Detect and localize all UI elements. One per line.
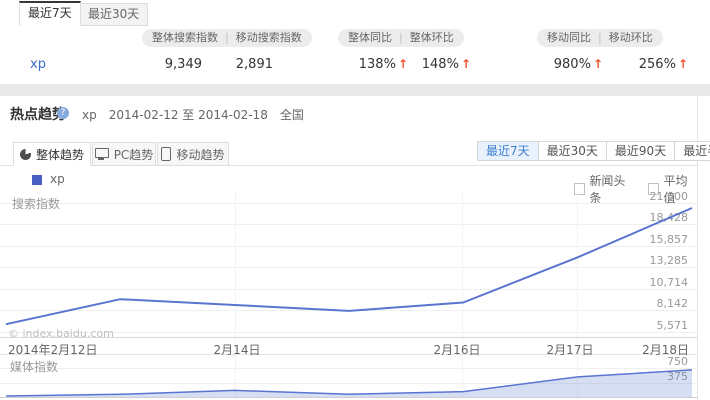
range-30-days-button[interactable]: 最近30天 [538, 142, 606, 160]
mobile-mom-number: 256% [639, 57, 676, 72]
search-index-series-line [6, 208, 692, 324]
range-7-days-button[interactable]: 最近7天 [478, 142, 538, 160]
up-arrow-icon: ↑ [678, 57, 688, 71]
tab-overall-trend[interactable]: 整体趋势 [13, 142, 91, 166]
header-overall-search-index: 整体搜索指数 [152, 29, 218, 47]
header-search-index-group: 整体搜索指数 | 移动搜索指数 [142, 29, 312, 47]
mobile-yoy-number: 980% [554, 57, 591, 72]
tab-label: 整体趋势 [36, 146, 84, 163]
trend-panel: 热点趋势 ? xp2014-02-12 至 2014-02-18全国 整体趋势 … [0, 96, 698, 400]
trend-region: 全国 [280, 108, 304, 122]
monitor-icon [95, 148, 109, 158]
mobile-icon [161, 147, 171, 161]
divider: | [225, 29, 229, 47]
question-icon[interactable]: ? [57, 107, 69, 119]
divider: | [399, 29, 403, 47]
header-mobile-ratio-group: 移动同比 | 移动环比 [537, 29, 663, 47]
mobile-search-index-value: 2,891 [205, 57, 273, 72]
tab-last-30-days[interactable]: 最近30天 [79, 3, 148, 26]
watermark: © index.baidu.com [8, 327, 114, 340]
media-index-chart-title: 媒体指数 [10, 358, 58, 375]
legend-series-label[interactable]: xp [50, 172, 65, 186]
mobile-mom-value: 256%↑ [613, 57, 688, 72]
search-index-line-chart [0, 192, 697, 337]
tab-pc-trend[interactable]: PC趋势 [92, 142, 156, 166]
overall-mom-number: 148% [422, 57, 459, 72]
media-index-area-fill [6, 370, 692, 397]
media-index-area-chart [0, 355, 697, 399]
baidu-index-page: 最近7天 最近30天 整体搜索指数 | 移动搜索指数 整体同比 | 整体环比 移… [0, 0, 710, 400]
overall-search-index-value: 9,349 [130, 57, 202, 72]
header-overall-yoy: 整体同比 [348, 29, 392, 47]
header-mobile-yoy: 移动同比 [547, 29, 591, 47]
tab-label: 移动趋势 [176, 146, 224, 163]
header-overall-ratio-group: 整体同比 | 整体环比 [338, 29, 464, 47]
keyword-link[interactable]: xp [30, 57, 46, 72]
divider: | [598, 29, 602, 47]
tab-label: PC趋势 [114, 146, 154, 163]
trend-meta: xp 2014-02-12 至 2014-02-18 全国 [82, 106, 316, 123]
trend-keyword: xp [82, 108, 97, 122]
header-mobile-mom: 移动环比 [609, 29, 653, 47]
overall-yoy-number: 138% [359, 57, 396, 72]
pie-chart-icon [20, 149, 31, 160]
legend-color-swatch[interactable] [32, 175, 42, 185]
tab-last-7-days[interactable]: 最近7天 [19, 1, 81, 26]
mobile-yoy-value: 980%↑ [528, 57, 603, 72]
up-arrow-icon: ↑ [593, 57, 603, 71]
range-90-days-button[interactable]: 最近90天 [606, 142, 674, 160]
trend-date-range: 2014-02-12 至 2014-02-18 [109, 108, 268, 122]
header-mobile-search-index: 移动搜索指数 [236, 29, 302, 47]
up-arrow-icon: ↑ [461, 57, 471, 71]
time-range-group: 最近7天 最近30天 最近90天 最近半年 全部 [477, 141, 710, 161]
header-overall-mom: 整体环比 [410, 29, 454, 47]
section-divider [0, 84, 710, 96]
tab-mobile-trend[interactable]: 移动趋势 [157, 142, 229, 166]
search-index-chart-title: 搜索指数 [12, 195, 60, 212]
overall-mom-value: 148%↑ [395, 57, 471, 72]
range-half-year-button[interactable]: 最近半年 [674, 142, 710, 160]
